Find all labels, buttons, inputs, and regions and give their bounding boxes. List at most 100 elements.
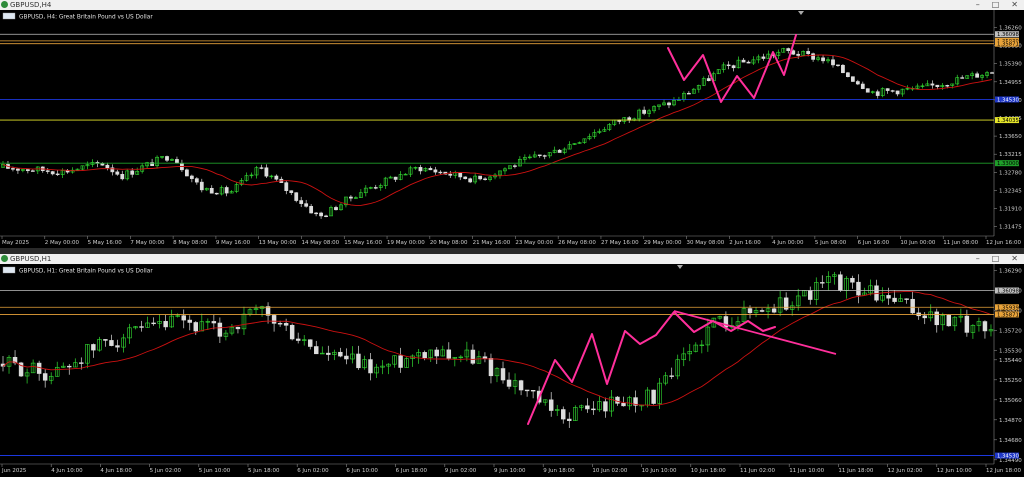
price-candle-body (855, 81, 860, 85)
price-candle-body (463, 176, 468, 180)
level-price-badge-label: 1.35939 (997, 305, 1019, 311)
price-candle-body (524, 389, 530, 392)
price-candle-body (214, 192, 219, 195)
price-candle-body (264, 167, 269, 177)
time-tick-label: 9 Jun 18:00 (543, 468, 575, 474)
price-candle-body (16, 168, 20, 171)
level-price-badge-label: 1.33000 (997, 161, 1020, 167)
price-candle-body (811, 53, 816, 60)
h4-window-title: GBPUSD,H4 (10, 1, 52, 9)
price-candle-body (163, 321, 168, 328)
price-candle-body (561, 409, 566, 420)
price-candle-body (831, 59, 835, 66)
price-candle-body (393, 176, 398, 180)
price-candle-body (945, 85, 950, 87)
price-candle-body (686, 92, 691, 95)
price-candle-body (271, 315, 277, 324)
price-candle-body (482, 356, 488, 359)
time-tick-label: 11 Jun 10:00 (789, 468, 824, 474)
time-tick-label: 10 Jun 18:00 (691, 468, 726, 474)
time-tick-label: 6 Jun 10:00 (346, 468, 378, 474)
price-candle-body (284, 182, 289, 191)
price-candle-body (786, 48, 791, 51)
h4-title-bar[interactable]: GBPUSD,H4 – □ ✕ (0, 0, 1024, 10)
price-candle-body (806, 51, 811, 55)
price-candle-body (25, 169, 30, 172)
price-candle-body (91, 344, 96, 351)
time-tick-label: 6 Jun 18:00 (396, 468, 428, 474)
minimize-icon[interactable]: – (976, 0, 980, 10)
price-candle-body (946, 314, 952, 327)
price-candle-body (910, 298, 915, 314)
price-tick-label: 1.35720 (999, 328, 1022, 334)
time-tick-label: 5 Jun 18:00 (248, 468, 280, 474)
price-candle-body (175, 159, 179, 164)
time-tick-label: 7 May 00:00 (130, 240, 165, 246)
time-tick-label: 11 Jun 08:00 (943, 240, 978, 246)
time-tick-label: 12 Jun 10:00 (937, 468, 972, 474)
time-tick-label: 9 Jun 02:00 (445, 468, 477, 474)
price-candle-body (418, 167, 423, 172)
price-candle-body (537, 154, 542, 157)
price-candle-body (349, 196, 353, 199)
chart-symbol-label: GBPUSD, H1: Great Britain Pound vs US Do… (19, 269, 153, 275)
price-candle-body (373, 187, 378, 189)
price-tick-label: 1.36290 (999, 268, 1022, 274)
time-tick-label: 6 Jun 16:00 (858, 240, 890, 246)
price-candle-body (289, 190, 294, 193)
price-candle-body (930, 83, 935, 86)
price-candle-body (796, 53, 801, 56)
price-candle-body (422, 352, 427, 359)
maximize-icon[interactable]: □ (992, 0, 1000, 10)
minimize-icon[interactable]: – (976, 254, 980, 264)
price-candle-body (189, 175, 194, 179)
h4-chart-window[interactable]: GBPUSD,H4 – □ ✕ GBPUSD, H4: Great Britai… (0, 0, 1024, 248)
price-tick-label: 1.33650 (999, 134, 1022, 140)
price-candle-body (151, 322, 156, 325)
price-candle-body (30, 170, 35, 172)
symbol-flag-icon (2, 12, 16, 20)
price-candle-body (259, 167, 264, 169)
price-candle-body (892, 297, 897, 302)
h4-price-chart[interactable]: GBPUSD, H4: Great Britain Pound vs US Do… (0, 10, 1024, 248)
maximize-icon[interactable]: □ (992, 254, 1000, 264)
price-candle-body (557, 149, 562, 153)
time-tick-label: 10 Jun 00:00 (900, 240, 935, 246)
price-candle-body (438, 171, 443, 174)
price-candle-body (731, 65, 736, 69)
time-tick-label: 19 May 00:00 (387, 240, 425, 246)
h1-chart-window[interactable]: GBPUSD,H1 – □ ✕ GBPUSD, H1: Great Britai… (0, 254, 1024, 477)
price-candle-body (326, 352, 331, 355)
price-candle-body (105, 164, 110, 169)
h1-price-chart[interactable]: GBPUSD, H1: Great Britain Pound vs US Do… (0, 264, 1024, 477)
time-tick-label: 14 May 08:00 (301, 240, 339, 246)
price-candle-body (885, 88, 890, 91)
price-candle-body (982, 321, 988, 332)
price-candle-body (294, 192, 299, 201)
price-candle-body (667, 102, 671, 106)
price-candle-body (314, 212, 319, 215)
price-candle-body (567, 418, 572, 421)
h1-title-bar[interactable]: GBPUSD,H1 – □ ✕ (0, 254, 1024, 264)
price-candle-body (761, 56, 766, 59)
price-candle-body (193, 322, 199, 332)
price-candle-body (67, 365, 72, 368)
price-tick-label: 1.35530 (999, 348, 1022, 354)
close-icon[interactable]: ✕ (1011, 254, 1018, 264)
time-tick-label: 10 Jun 10:00 (642, 468, 677, 474)
price-candle-body (975, 73, 980, 78)
close-icon[interactable]: ✕ (1011, 0, 1018, 10)
price-candle-body (274, 175, 279, 180)
price-candle-body (747, 308, 753, 314)
chart-background (0, 10, 1024, 248)
price-candle-body (36, 362, 42, 374)
price-tick-label: 1.31910 (999, 207, 1022, 213)
price-candle-body (109, 340, 114, 346)
symbol-flag-icon (2, 266, 16, 274)
price-candle-body (42, 373, 48, 381)
price-candle-body (990, 72, 994, 74)
price-candle-body (904, 298, 909, 300)
price-candle-body (500, 368, 506, 381)
price-candle-body (483, 178, 487, 180)
price-candle-body (651, 389, 656, 404)
